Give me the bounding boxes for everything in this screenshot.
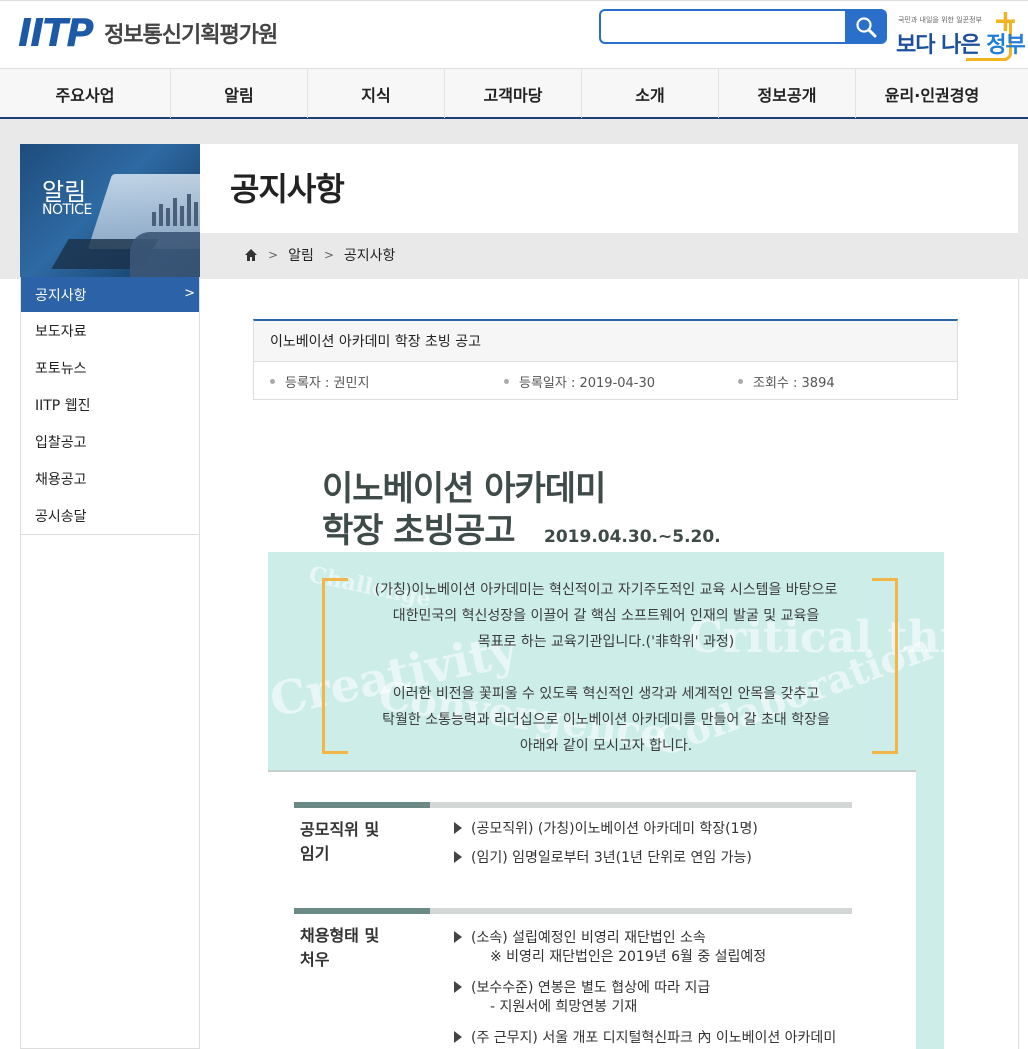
site-header: IITP 정보통신기획평가원 국민과 내일을 위한 일꾼정부 보다 나은 정부 … [0,0,1028,68]
main-navigation: 주요사업 알림 지식 고객마당 소개 정보공개 윤리·인권경영 [0,68,1028,119]
post-author-text: 등록자 : 권민지 [285,375,370,391]
search-input[interactable] [601,11,847,42]
logo-mark: IITP [18,11,94,55]
section-label-position-line-2: 임기 [300,844,330,863]
employment-note-1: ※ 비영리 재단법인은 2019년 6월 중 설립예정 [490,949,767,965]
employment-line-3-text: (주 근무지) 서울 개포 디지털혁신파크 內 이노베이션 아카데미 [471,1030,837,1046]
post-author: 등록자 : 권민지 [254,372,488,391]
side-menu-item-press[interactable]: 보도자료 [21,312,199,349]
search-field-wrapper [599,9,847,44]
intro-line-3: 목표로 하는 교육기관입니다.('非학위' 과정) [477,634,735,650]
hand-image [130,232,200,277]
triangle-bullet-icon [454,1031,462,1043]
poster-title-line-1: 이노베이션 아카데미 [322,469,606,509]
section-label-employment: 채용형태 및 처우 [300,924,379,972]
lnb-visual-banner: 알림 NOTICE [20,144,200,277]
side-menu-item-recruit[interactable]: 채용공고 [21,460,199,497]
nav-item-disclosure[interactable]: 정보공개 [719,69,856,118]
intro-line-4: 이러한 비전을 꽃피울 수 있도록 혁신적인 생각과 세계적인 안목을 갖추고 [392,686,820,702]
government-slogan-logo[interactable]: 국민과 내일을 위한 일꾼정부 보다 나은 정부 + [896,4,1026,63]
nav-item-customer[interactable]: 고객마당 [445,69,582,118]
search-icon [856,16,877,37]
search-button[interactable] [845,9,887,44]
section-label-position-line-1: 공모직위 및 [300,820,380,839]
side-menu-item-photo-news[interactable]: 포토뉴스 [21,349,199,386]
position-line-1: (공모직위) (가칭)이노베이션 아카데미 학장(1명) [454,818,758,838]
breadcrumb-separator: > [323,248,334,262]
slogan-small-text: 국민과 내일을 위한 일꾼정부 [898,16,982,24]
post-meta: 등록자 : 권민지 등록일자 : 2019-04-30 조회수 : 3894 [254,362,957,400]
section-label-employment-line-1: 채용형태 및 [300,926,380,945]
page-title-area: 공지사항 [200,144,1018,233]
breadcrumb-item-notice[interactable]: 알림 [288,245,314,265]
side-menu-item-bids[interactable]: 입찰공고 [21,423,199,460]
chevron-right-icon: > [184,286,195,301]
post-header: 이노베이션 아카데미 학장 초빙 공고 등록자 : 권민지 등록일자 : 201… [253,319,958,400]
home-icon[interactable] [244,248,258,262]
poster-period: 2019.04.30.~5.20. [544,527,721,547]
intro-line-2: 대한민국의 혁신성장을 이끌어 갈 핵심 소프트웨어 인재의 발굴 및 교육을 [392,608,820,624]
logo-text: 정보통신기획평가원 [104,23,278,48]
plus-icon: + [992,4,1018,39]
side-menu: 공지사항 > 보도자료 포토뉴스 IITP 웹진 입찰공고 채용공고 공시송달 [20,277,200,1049]
post-date-text: 등록일자 : 2019-04-30 [519,375,656,391]
nav-item-knowledge[interactable]: 지식 [308,69,445,118]
intro-line-6: 아래와 같이 모시고자 합니다. [519,738,693,754]
intro-line-1: (가칭)이노베이션 아카데미는 혁신적이고 자기주도적인 교육 시스템을 바탕으… [374,582,838,598]
post-date: 등록일자 : 2019-04-30 [488,372,722,391]
position-line-2-text: (임기) 임명일로부터 3년(1년 단위로 연임 가능) [471,850,752,866]
poster-detail-panel: 공모직위 및 임기 (공모직위) (가칭)이노베이션 아카데미 학장(1명) (… [268,770,944,1049]
poster-intro-panel: Challenge Creativity Convergence Collabo… [268,552,944,770]
side-menu-item-webzine[interactable]: IITP 웹진 [21,386,199,423]
breadcrumb-separator: > [268,248,279,262]
nav-item-notice[interactable]: 알림 [171,69,308,118]
chart-graphic [152,194,200,226]
bullet-icon [504,378,509,384]
employment-line-2-text: (보수수준) 연봉은 별도 협상에 따라 지급 [471,980,711,996]
nav-item-about[interactable]: 소개 [582,69,719,118]
post-views-text: 조회수 : 3894 [753,375,835,391]
employment-line-1-text: (소속) 설립예정인 비영리 재단법인 소속 [471,930,706,946]
post-title: 이노베이션 아카데미 학장 초빙 공고 [254,321,957,362]
nav-item-ethics[interactable]: 윤리·인권경영 [856,69,1008,118]
intro-line-5: 탁월한 소통능력과 리더십으로 이노베이션 아카데미를 만들어 갈 초대 학장을 [382,712,830,728]
lnb-subtitle: NOTICE [42,202,92,218]
site-logo[interactable]: IITP 정보통신기획평가원 [18,11,278,55]
triangle-bullet-icon [454,822,462,834]
recruitment-poster-image: 이노베이션 아카데미 학장 초빙공고 2019.04.30.~5.20. Cha… [268,460,944,1049]
page-title: 공지사항 [230,170,345,208]
poster-detail-body: 공모직위 및 임기 (공모직위) (가칭)이노베이션 아카데미 학장(1명) (… [268,770,916,1049]
section-rule [294,802,852,808]
section-label-employment-line-2: 처우 [300,950,330,969]
bullet-icon [270,378,275,384]
employment-line-1: (소속) 설립예정인 비영리 재단법인 소속 [454,927,706,947]
employment-line-2: (보수수준) 연봉은 별도 협상에 따라 지급 [454,977,710,997]
bullet-icon [738,378,743,384]
position-line-2: (임기) 임명일로부터 3년(1년 단위로 연임 가능) [454,847,752,867]
triangle-bullet-icon [454,931,462,943]
triangle-bullet-icon [454,851,462,863]
side-menu-label: 공지사항 [35,287,87,304]
breadcrumb: > 알림 > 공지사항 [200,233,1018,277]
post-views: 조회수 : 3894 [722,372,956,391]
section-rule [294,908,852,914]
triangle-bullet-icon [454,981,462,993]
employment-note-2: - 지원서에 희망연봉 기재 [490,999,638,1015]
employment-line-3: (주 근무지) 서울 개포 디지털혁신파크 內 이노베이션 아카데미 [454,1027,836,1047]
section-label-position: 공모직위 및 임기 [300,818,379,866]
side-menu-item-public-notice[interactable]: 공시송달 [21,497,199,534]
nav-item-main-business[interactable]: 주요사업 [0,69,171,118]
position-line-1-text: (공모직위) (가칭)이노베이션 아카데미 학장(1명) [471,821,758,837]
side-menu-item-notices[interactable]: 공지사항 > [21,277,199,312]
breadcrumb-item-current[interactable]: 공지사항 [344,245,396,265]
slogan-text-a: 보다 나은 [896,33,981,58]
